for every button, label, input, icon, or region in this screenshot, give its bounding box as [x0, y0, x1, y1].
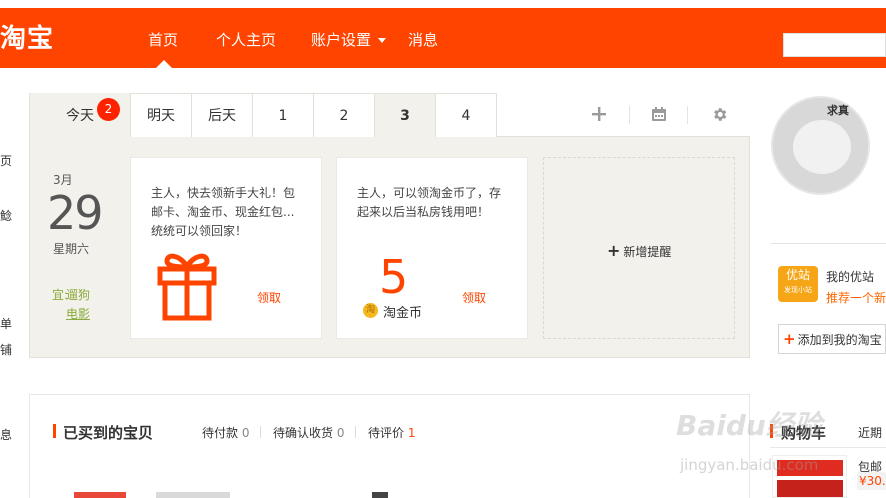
yi-item[interactable]: 电影 — [66, 305, 90, 322]
avatar-face — [793, 120, 851, 174]
watermark: Baidu经验 — [676, 409, 822, 442]
stat-pending-payment[interactable]: 待付款 0 — [202, 424, 249, 441]
toolbar-divider — [687, 106, 688, 124]
divider — [771, 243, 886, 244]
date-day: 29 — [47, 186, 104, 240]
tab-tomorrow[interactable]: 明天 — [130, 93, 192, 137]
avatar-caption: 求真 — [827, 104, 849, 117]
avatar[interactable] — [771, 96, 870, 195]
tab-label: 3 — [400, 108, 410, 124]
plus-icon: + — [783, 330, 796, 348]
add-reminder-button[interactable]: + 新增提醒 — [607, 241, 671, 260]
add-to-my-taobao-button[interactable]: + 添加到我的淘宝 — [778, 324, 886, 354]
top-bar: 淘宝 首页 个人主页 账户设置 消息 — [0, 8, 886, 68]
add-to-my-taobao-label: 添加到我的淘宝 — [797, 333, 882, 347]
tab-day-1[interactable]: 1 — [252, 93, 314, 137]
chevron-down-icon — [378, 38, 387, 43]
stat-pending-receipt[interactable]: 待确认收货 0 — [273, 424, 344, 441]
tab-label: 2 — [339, 108, 349, 124]
taobao-logo[interactable]: 淘宝 — [0, 24, 54, 54]
cart-recent-tab[interactable]: 近期 — [858, 424, 882, 441]
date-weekday: 星期六 — [53, 242, 90, 256]
card-text-line: 起来以后当私房钱用吧！ — [357, 205, 490, 219]
tab-day-2[interactable]: 2 — [313, 93, 375, 137]
stat-label: 待评价 — [368, 426, 405, 440]
search-input[interactable] — [783, 33, 886, 57]
youzhan-title[interactable]: 我的优站 — [826, 268, 874, 285]
tab-day-4[interactable]: 4 — [435, 93, 497, 137]
tab-label: 明天 — [147, 108, 175, 124]
cart-price: ¥30. — [857, 472, 886, 490]
tab-label: 今天 — [66, 108, 94, 124]
claim-coin-link[interactable]: 领取 — [462, 289, 486, 306]
thumbnail-band — [777, 480, 843, 497]
tab-label: 1 — [278, 108, 288, 124]
nav-account-label: 账户设置 — [311, 31, 372, 49]
card-text-line: 邮卡、淘金币、现金红包... — [151, 205, 295, 219]
stat-label: 待付款 — [202, 426, 239, 440]
tab-day-after[interactable]: 后天 — [191, 93, 253, 137]
nav-account-settings[interactable]: 账户设置 — [311, 29, 387, 50]
plus-icon: + — [607, 241, 621, 260]
divider — [770, 447, 886, 448]
sidebar-fragment[interactable]: 单 — [0, 315, 12, 332]
product-thumbnail[interactable] — [74, 492, 126, 498]
coin-label: 淘金币 — [383, 306, 423, 321]
toolbar-divider — [629, 106, 630, 124]
youzhan-recommend-link[interactable]: 推荐一个新 — [826, 289, 886, 306]
product-thumbnail[interactable] — [372, 492, 388, 498]
stat-count: 0 — [241, 426, 250, 440]
tab-label: 后天 — [208, 108, 236, 124]
section-marker — [53, 424, 56, 438]
nav-active-pointer — [156, 60, 172, 68]
sidebar-fragment[interactable]: 铺 — [0, 341, 12, 358]
calendar-icon[interactable] — [651, 106, 667, 126]
gift-icon — [157, 253, 217, 321]
claim-gift-link[interactable]: 领取 — [257, 289, 281, 306]
stat-label: 待确认收货 — [273, 426, 334, 440]
card-text-line: 主人，快去领新手大礼！包 — [151, 186, 296, 200]
nav-home[interactable]: 首页 — [148, 29, 178, 50]
bought-items-panel — [29, 394, 750, 498]
youzhan-icon-sub: 发现小站 — [784, 286, 812, 294]
tab-day-3[interactable]: 3 — [374, 93, 436, 137]
bought-items-title[interactable]: 已买到的宝贝 — [63, 422, 153, 443]
stat-count: 0 — [336, 426, 345, 440]
coin-icon: 淘 — [363, 303, 378, 318]
card-text-line: 主人，可以领淘金币了，存 — [357, 186, 502, 200]
add-icon[interactable] — [591, 106, 607, 126]
card-text-line: 统统可以领回家！ — [151, 224, 248, 238]
product-thumbnail[interactable] — [156, 492, 230, 498]
sidebar-fragment[interactable]: 息 — [0, 426, 12, 443]
today-count-badge: 2 — [97, 98, 120, 121]
add-reminder-label: 新增提醒 — [623, 245, 672, 259]
yi-item[interactable]: 遛狗 — [66, 286, 90, 303]
coin-amount: 5 — [379, 250, 409, 304]
nav-profile[interactable]: 个人主页 — [216, 29, 276, 50]
sidebar-fragment[interactable]: 鲶 — [0, 207, 12, 224]
card-text: 主人，快去领新手大礼！包 邮卡、淘金币、现金红包... 统统可以领回家！ — [151, 184, 295, 241]
gear-icon[interactable] — [711, 106, 728, 127]
divider — [355, 426, 356, 438]
tab-label: 4 — [461, 108, 471, 124]
watermark-url: jingyan.baidu.com — [680, 456, 819, 474]
card-text: 主人，可以领淘金币了，存 起来以后当私房钱用吧！ — [357, 184, 501, 222]
youzhan-icon[interactable]: 优站 发现小站 — [778, 266, 818, 302]
nav-messages[interactable]: 消息 — [408, 29, 438, 50]
stat-count: 1 — [407, 426, 416, 440]
sidebar-fragment[interactable]: 页 — [0, 152, 12, 169]
divider — [260, 426, 261, 438]
stat-pending-review[interactable]: 待评价 1 — [368, 424, 415, 441]
youzhan-icon-text: 优站 — [785, 268, 810, 282]
